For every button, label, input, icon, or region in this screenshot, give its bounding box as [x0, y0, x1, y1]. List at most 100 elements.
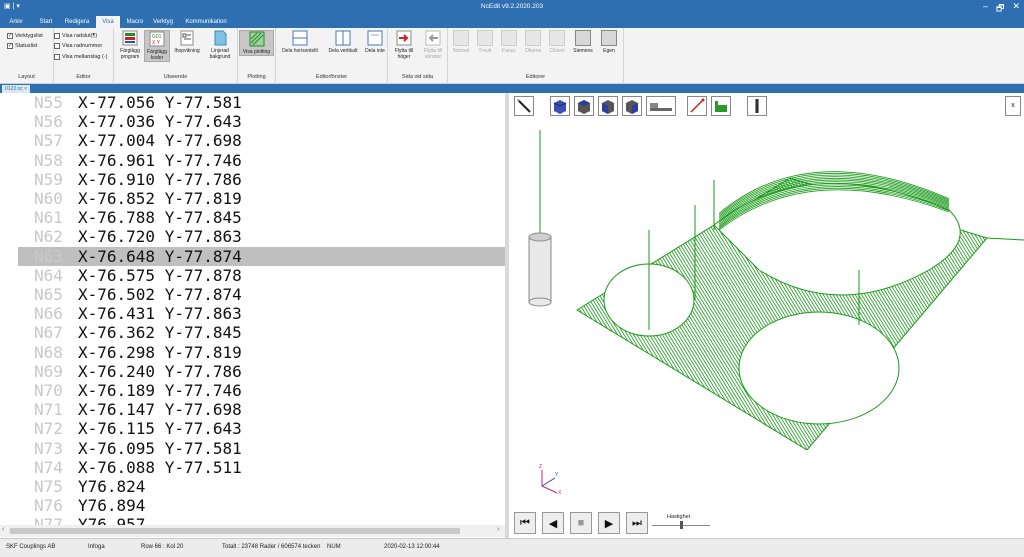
view-flat-button[interactable] [646, 96, 676, 116]
lined-background-icon [212, 30, 228, 46]
code-line[interactable]: N72 X-76.115 Y-77.643 [0, 419, 505, 438]
menu-arkiv[interactable]: Arkiv [6, 16, 26, 28]
step-forward-button[interactable]: ⏭ [626, 512, 648, 534]
dela-vertikalt-button[interactable]: Dela vertikalt [326, 30, 360, 54]
hatch-line [942, 178, 987, 450]
dela-inte-button[interactable]: Dela inte [364, 30, 386, 54]
visa-plotting-button[interactable]: Visa plotting [239, 30, 274, 56]
menu-kommunikation[interactable]: Kommunikation [182, 16, 230, 28]
line-number: N69 [34, 361, 63, 381]
horizontal-scrollbar[interactable]: ‹ › [0, 525, 505, 537]
editor-siemens-icon [575, 30, 591, 46]
hatch-line [991, 120, 1024, 450]
code-line[interactable]: N71 X-76.147 Y-77.698 [0, 400, 505, 419]
editor-normal-button[interactable]: Normal [450, 30, 472, 54]
step-forward-icon: ⏭ [632, 516, 642, 529]
code-line[interactable]: N62 X-76.720 Y-77.863 [0, 227, 505, 246]
view-top-button[interactable] [574, 96, 594, 116]
colorize-codes-icon: G01 X Y [149, 31, 165, 47]
code-line[interactable]: N65 X-76.502 Y-77.874 [0, 285, 505, 304]
select-tool-button[interactable] [514, 96, 534, 116]
code-editor[interactable]: N55 X-77.056 Y-77.581 N56 X-77.036 Y-77.643… [0, 93, 505, 525]
document-tab[interactable]: 0123.nc × [2, 85, 31, 93]
check-visa-radslut[interactable]: Visa radslut(¶) [54, 33, 97, 39]
code-line[interactable]: N68 X-76.298 Y-77.819 [0, 343, 505, 362]
code-line[interactable]: N55 X-77.056 Y-77.581 [0, 93, 505, 112]
line-number: N57 [34, 131, 63, 151]
scroll-right-icon[interactable]: › [497, 526, 499, 533]
fargglagg-program-button[interactable]: Färglägg program [116, 30, 144, 60]
menu-macro[interactable]: Macro [124, 16, 146, 28]
close-viewer-button[interactable]: x [1005, 96, 1021, 116]
check-visa-mellanslag[interactable]: Visa mellanslag (·) [54, 54, 107, 60]
arrow-right-icon [396, 30, 412, 46]
code-line-selected[interactable]: N63 X-76.648 Y-77.874 [18, 246, 505, 266]
scrollbar-thumb[interactable] [10, 528, 460, 534]
code-line[interactable]: N66 X-76.431 Y-77.863 [0, 304, 505, 323]
hatch-line [967, 178, 987, 450]
code-line[interactable]: N76 Y76.894 [0, 496, 505, 515]
hatch-line [887, 178, 987, 450]
code-line[interactable]: N69 X-76.240 Y-77.786 [0, 362, 505, 381]
step-back-button[interactable]: ⏮ [514, 512, 536, 534]
line-code: X-77.036 Y-77.643 [78, 112, 242, 132]
check-visa-radnummer[interactable]: Visa radnummer [54, 43, 102, 49]
menu-redigera[interactable]: Redigera [62, 16, 92, 28]
show-part-button[interactable] [711, 96, 731, 116]
code-line[interactable]: N70 X-76.189 Y-77.746 [0, 381, 505, 400]
code-line[interactable]: N75 Y76.824 [0, 477, 505, 496]
colorize-program-icon [122, 30, 138, 46]
check-verktygslist[interactable]: ✓ Verktygslist [7, 33, 43, 39]
check-statuslist[interactable]: ✓ Statuslist [7, 43, 37, 49]
play-forward-button[interactable]: ▶ [598, 512, 620, 534]
code-line[interactable]: N59 X-76.910 Y-77.786 [0, 170, 505, 189]
editor-fanuc-icon [501, 30, 517, 46]
tool-bottom [528, 297, 552, 307]
menu-verktyg[interactable]: Verktyg [150, 16, 176, 28]
scroll-left-icon[interactable]: ‹ [2, 526, 4, 533]
checkbox-checked-icon: ✓ [7, 33, 13, 39]
line-code: X-76.095 Y-77.581 [78, 438, 242, 458]
pocket-bottom [738, 311, 900, 425]
flytta-vanster-button[interactable]: Flytta till vänster [419, 30, 447, 60]
stop-button[interactable]: ■ [570, 512, 592, 534]
code-line[interactable]: N64 X-76.575 Y-77.878 [0, 266, 505, 285]
ihopvikning-button[interactable]: Ihopvikning [172, 30, 202, 54]
toolpath-button[interactable] [687, 96, 707, 116]
line-number: N68 [34, 342, 63, 362]
editor-treuh-button[interactable]: Treuh [474, 30, 496, 54]
editor-citizen-button[interactable]: Citizen [546, 30, 568, 54]
code-line[interactable]: N56 X-77.036 Y-77.643 [0, 112, 505, 131]
status-datetime: 2020-02-13 12:00:44 [384, 544, 440, 550]
editor-okuma-button[interactable]: Okuma [522, 30, 544, 54]
editor-egen-button[interactable]: Egen [598, 30, 620, 54]
speed-slider-thumb[interactable] [680, 521, 683, 529]
code-line[interactable]: N60 X-76.852 Y-77.819 [0, 189, 505, 208]
menu-start[interactable]: Start [36, 16, 56, 28]
editor-egen-icon [601, 30, 617, 46]
code-line[interactable]: N74 X-76.088 Y-77.511 [0, 458, 505, 477]
line-code: X-76.298 Y-77.819 [78, 342, 242, 362]
document-tab-strip: 0123.nc × [0, 84, 1024, 93]
view-iso-button[interactable] [550, 96, 570, 116]
editor-siemens-button[interactable]: Siemens [570, 30, 596, 54]
play-back-button[interactable]: ◀ [542, 512, 564, 534]
menu-visa[interactable]: Visa [96, 16, 120, 28]
plot-viewer[interactable]: x Z Y X ⏮ ◀ ■ ▶ ⏭ Hastighet [509, 93, 1024, 538]
line-number: N76 [34, 496, 63, 516]
code-line[interactable]: N58 X-76.961 Y-77.746 [0, 151, 505, 170]
fargglagg-koder-button[interactable]: G01 X Y Färglägg koder [144, 30, 170, 62]
svg-text:X Y: X Y [152, 40, 161, 46]
view-front-button[interactable] [598, 96, 618, 116]
view-side-button[interactable] [622, 96, 642, 116]
linjerad-bakgrund-button[interactable]: Linjerad bakgrund [204, 30, 236, 60]
editor-fanuc-button[interactable]: Fanuc [498, 30, 520, 54]
code-line[interactable]: N77 Y76.957 [0, 515, 505, 525]
flytta-hoger-button[interactable]: Flytta till höger [390, 30, 418, 60]
code-line[interactable]: N67 X-76.362 Y-77.845 [0, 323, 505, 342]
code-line[interactable]: N57 X-77.004 Y-77.698 [0, 131, 505, 150]
show-tool-button[interactable] [747, 96, 767, 116]
code-line[interactable]: N73 X-76.095 Y-77.581 [0, 439, 505, 458]
dela-horisontellt-button[interactable]: Dela horisontellt [280, 30, 320, 54]
code-line[interactable]: N61 X-76.788 Y-77.845 [0, 208, 505, 227]
